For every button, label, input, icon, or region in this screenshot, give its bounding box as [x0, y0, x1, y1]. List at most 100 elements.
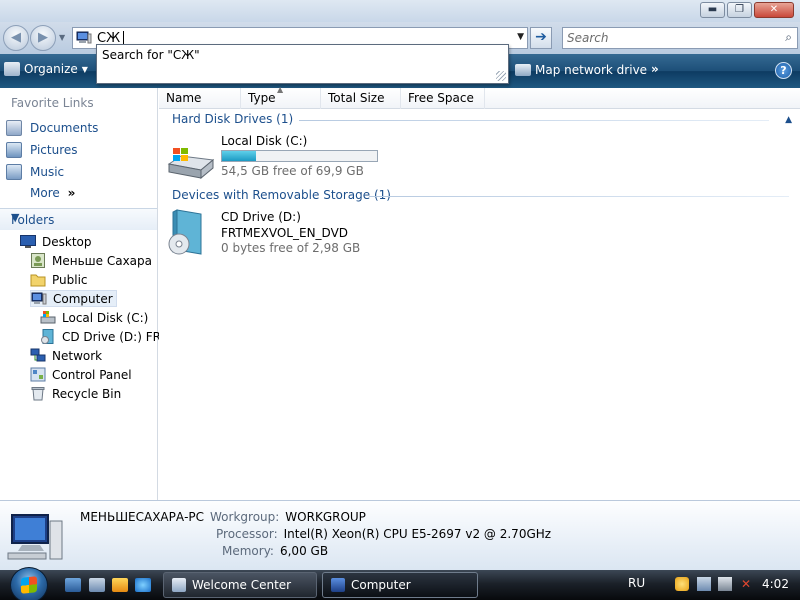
- taskbar-button-welcome-center[interactable]: Welcome Center: [163, 572, 317, 598]
- tree-item-user-folder[interactable]: Меньше Сахара: [30, 253, 152, 268]
- folders-header[interactable]: Folders ▼: [0, 208, 157, 230]
- show-desktop-icon[interactable]: [65, 578, 81, 592]
- map-network-drive-button[interactable]: Map network drive: [515, 63, 647, 77]
- favorite-links-more-button[interactable]: More »: [30, 186, 75, 200]
- forward-arrow-icon: ▶: [38, 30, 48, 45]
- forward-button[interactable]: ▶: [30, 25, 56, 51]
- documents-icon: [6, 120, 22, 136]
- memory-label: Memory:: [222, 544, 274, 558]
- hard-disk-large-icon: [167, 148, 215, 180]
- computer-icon: [31, 292, 47, 305]
- media-player-icon[interactable]: [112, 578, 128, 592]
- resize-grip-icon[interactable]: [496, 71, 506, 81]
- column-header-total-size[interactable]: Total Size: [321, 88, 401, 109]
- sort-indicator-icon: ▲: [277, 85, 284, 94]
- favorite-label: Pictures: [30, 143, 78, 157]
- autocomplete-suggestion[interactable]: Search for "СЖ": [102, 48, 200, 62]
- tree-item-label: Меньше Сахара: [52, 253, 152, 268]
- memory-value: 6,00 GB: [279, 544, 329, 558]
- taskbar-button-computer[interactable]: Computer: [322, 572, 478, 598]
- column-label: Total Size: [328, 91, 385, 105]
- search-input[interactable]: [567, 29, 767, 47]
- tree-item-cd-drive[interactable]: CD Drive (D:) FRT: [40, 329, 167, 344]
- task-label: Welcome Center: [192, 578, 292, 592]
- cd-drive-large-icon: [168, 209, 202, 255]
- tree-item-control-panel[interactable]: Control Panel: [30, 367, 132, 382]
- search-icon[interactable]: ⌕: [785, 30, 792, 45]
- display-icon[interactable]: [718, 577, 732, 591]
- computer-name: МЕНЬШЕСАХАРА-PC: [80, 510, 205, 524]
- tree-item-network[interactable]: Network: [30, 348, 102, 363]
- workgroup-value: WORKGROUP: [285, 510, 366, 524]
- column-header-row: Name Type ▲ Total Size Free Space: [159, 85, 800, 109]
- go-button[interactable]: ➔: [530, 27, 552, 49]
- favorite-links-header: Favorite Links: [11, 96, 94, 110]
- tree-item-label: Recycle Bin: [52, 386, 122, 401]
- user-folder-icon: [31, 253, 45, 268]
- arrow-right-icon: ➔: [535, 29, 547, 45]
- group-header-hard-disk-drives[interactable]: Hard Disk Drives (1): [172, 112, 293, 126]
- favorite-link-music[interactable]: Music: [6, 164, 64, 180]
- tree-item-recycle-bin[interactable]: Recycle Bin: [30, 386, 121, 401]
- tree-item-public[interactable]: Public: [30, 272, 88, 287]
- switch-windows-icon[interactable]: [89, 578, 105, 592]
- help-button[interactable]: ?: [775, 62, 792, 79]
- close-button[interactable]: ✕: [754, 2, 794, 18]
- column-header-free-space[interactable]: Free Space: [401, 88, 485, 109]
- minimize-button[interactable]: ▬: [700, 2, 725, 18]
- recent-pages-dropdown[interactable]: ▼: [59, 33, 65, 42]
- computer-large-icon: [7, 514, 63, 560]
- favorite-link-documents[interactable]: Documents: [6, 120, 98, 136]
- navigation-pane: Favorite Links Documents Pictures Music …: [0, 88, 167, 500]
- drive-free-space: 0 bytes free of 2,98 GB: [221, 241, 361, 255]
- network-icon: [30, 348, 46, 362]
- address-dropdown-arrow-icon[interactable]: ▼: [517, 32, 524, 42]
- back-button[interactable]: ◀: [3, 25, 29, 51]
- search-field[interactable]: ⌕: [562, 27, 798, 49]
- processor-value: Intel(R) Xeon(R) CPU E5-2697 v2 @ 2.70GH…: [283, 527, 552, 541]
- tree-item-local-disk[interactable]: Local Disk (C:): [40, 310, 148, 325]
- workgroup-label: Workgroup:: [210, 510, 280, 524]
- taskbar: Welcome Center Computer RU ✕ 4:02: [0, 567, 800, 600]
- clock[interactable]: 4:02: [762, 577, 789, 591]
- tree-item-computer[interactable]: Computer: [30, 290, 117, 307]
- collapse-chevron-icon[interactable]: ▲: [785, 115, 792, 125]
- tree-item-label: Local Disk (C:): [62, 310, 149, 325]
- maximize-button[interactable]: ❐: [727, 2, 752, 18]
- organize-label: Organize: [24, 62, 78, 76]
- network-status-icon[interactable]: [697, 577, 711, 591]
- favorite-link-pictures[interactable]: Pictures: [6, 142, 78, 158]
- desktop-icon: [20, 235, 36, 248]
- language-indicator[interactable]: RU: [628, 576, 645, 590]
- disk-usage-bar-fill: [222, 151, 257, 161]
- group-header-removable-storage[interactable]: Devices with Removable Storage (1): [172, 188, 391, 202]
- control-panel-icon: [30, 367, 46, 382]
- disk-usage-bar: [221, 150, 378, 162]
- computer-icon: [76, 31, 92, 44]
- more-commands-button[interactable]: »: [651, 62, 659, 76]
- internet-explorer-icon[interactable]: [135, 578, 151, 592]
- welcome-center-icon: [172, 578, 186, 592]
- computer-name-row: МЕНЬШЕСАХАРА-PC Workgroup: WORKGROUP: [80, 510, 366, 524]
- chevron-down-icon: ▼: [11, 211, 20, 224]
- task-label: Computer: [351, 578, 411, 592]
- hard-disk-icon: [40, 311, 56, 324]
- column-header-type[interactable]: Type ▲: [241, 85, 321, 109]
- cd-drive-icon: [41, 329, 54, 344]
- network-drive-icon: [515, 64, 531, 76]
- tree-item-desktop[interactable]: Desktop: [20, 234, 92, 249]
- start-button[interactable]: [10, 567, 48, 600]
- organize-icon: [4, 62, 20, 76]
- column-label: Name: [166, 91, 202, 105]
- volume-muted-icon[interactable]: ✕: [739, 577, 753, 591]
- column-header-name[interactable]: Name: [159, 88, 241, 109]
- security-warning-icon[interactable]: [675, 577, 689, 591]
- window-title-bar: ▬ ❐ ✕: [0, 0, 800, 24]
- address-autocomplete-popup: Search for "СЖ": [96, 44, 509, 84]
- double-chevron-right-icon: »: [67, 186, 76, 200]
- organize-button[interactable]: Organize ▼: [4, 62, 88, 76]
- drive-volume-label: FRTMEXVOL_EN_DVD: [221, 226, 349, 240]
- favorite-label: Music: [30, 165, 65, 179]
- tree-item-label: Desktop: [42, 234, 92, 249]
- tree-item-label: Public: [52, 272, 88, 287]
